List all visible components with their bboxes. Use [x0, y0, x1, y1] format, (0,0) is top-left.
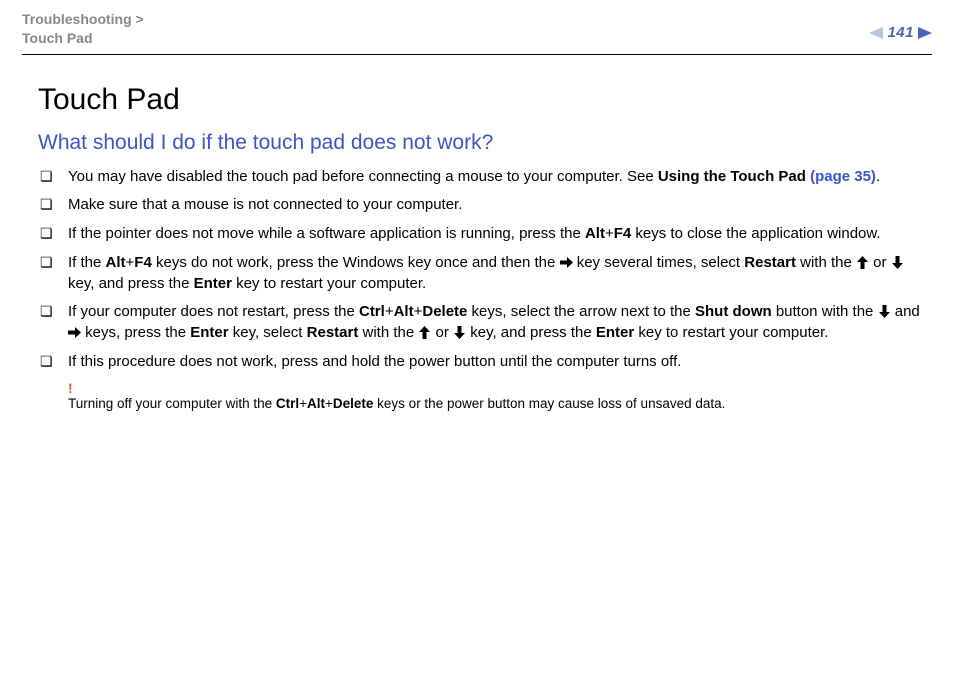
page-link[interactable]: (page 35) [810, 168, 876, 185]
arrow-right-icon [560, 256, 573, 269]
next-page-icon[interactable] [918, 27, 932, 39]
breadcrumb: Troubleshooting > Touch Pad [22, 10, 144, 48]
breadcrumb-line-2[interactable]: Touch Pad [22, 30, 93, 46]
prev-page-icon[interactable] [869, 27, 883, 39]
arrow-down-icon [453, 326, 466, 339]
page-header: Troubleshooting > Touch Pad 141 [22, 10, 932, 55]
list-item: If your computer does not restart, press… [38, 302, 930, 343]
arrow-right-icon [68, 326, 81, 339]
list-item: Make sure that a mouse is not connected … [38, 195, 930, 216]
breadcrumb-line-1[interactable]: Troubleshooting > [22, 11, 144, 27]
bullet-list: You may have disabled the touch pad befo… [38, 167, 930, 373]
arrow-down-icon [891, 256, 904, 269]
arrow-up-icon [418, 326, 431, 339]
page-nav: 141 [869, 10, 932, 41]
content-area: Touch Pad What should I do if the touch … [22, 83, 932, 412]
warning-icon: ! [68, 380, 930, 396]
warning-note: ! Turning off your computer with the Ctr… [38, 380, 930, 411]
list-item: If the pointer does not move while a sof… [38, 224, 930, 245]
arrow-up-icon [856, 256, 869, 269]
list-item: If this procedure does not work, press a… [38, 352, 930, 373]
page: Troubleshooting > Touch Pad 141 Touch Pa… [0, 0, 954, 411]
list-item: You may have disabled the touch pad befo… [38, 167, 930, 188]
list-item: If the Alt+F4 keys do not work, press th… [38, 253, 930, 294]
section-heading: What should I do if the touch pad does n… [38, 131, 930, 155]
arrow-down-icon [878, 305, 891, 318]
page-title: Touch Pad [38, 83, 930, 117]
page-number: 141 [887, 24, 914, 41]
